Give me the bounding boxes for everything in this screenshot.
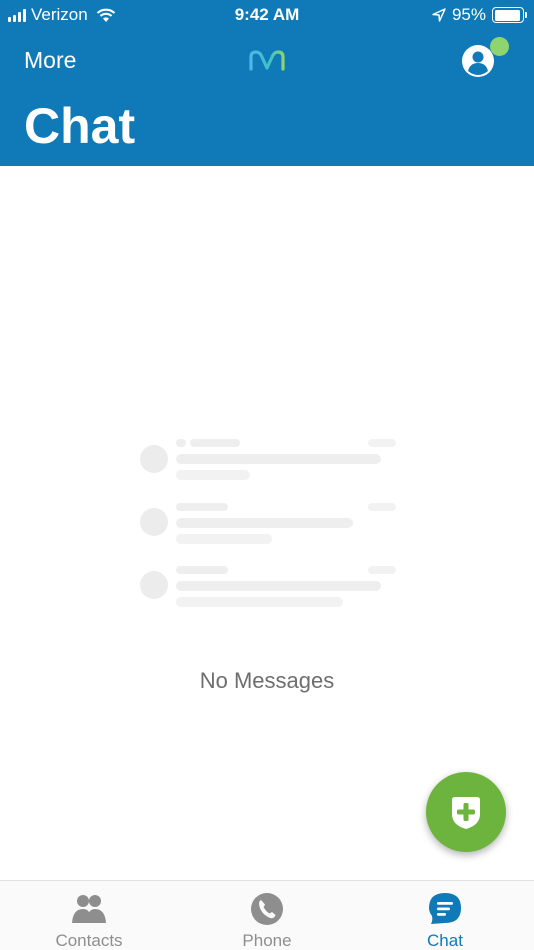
tab-chat[interactable]: Chat — [356, 881, 534, 950]
tab-label-chat: Chat — [427, 931, 463, 950]
more-button[interactable]: More — [24, 47, 76, 74]
tab-label-phone: Phone — [242, 931, 292, 950]
battery-level — [494, 9, 521, 21]
phone-icon — [251, 893, 283, 925]
chat-icon — [429, 893, 461, 924]
new-chat-button[interactable] — [426, 772, 506, 852]
empty-state-message: No Messages — [199, 668, 335, 693]
app-header: Verizon 9:42 AM 95% More Chat — [0, 0, 534, 166]
bottom-tab-bar: Contacts Phone Chat — [0, 880, 534, 950]
new-chat-plus-icon — [452, 797, 480, 829]
tab-contacts[interactable]: Contacts — [0, 881, 178, 950]
battery-icon — [492, 7, 527, 23]
status-right: 95% — [432, 5, 527, 25]
tab-label-contacts: Contacts — [55, 931, 123, 950]
chat-list-placeholder-illustration — [138, 437, 398, 612]
presence-status-dot — [490, 37, 509, 56]
page-title: Chat — [24, 98, 136, 154]
contacts-icon — [72, 895, 106, 923]
location-arrow-icon — [432, 8, 446, 22]
battery-percent: 95% — [451, 5, 486, 24]
status-bar: Verizon 9:42 AM 95% — [0, 0, 534, 32]
tab-phone[interactable]: Phone — [178, 881, 356, 950]
brand-logo-icon — [249, 50, 285, 71]
